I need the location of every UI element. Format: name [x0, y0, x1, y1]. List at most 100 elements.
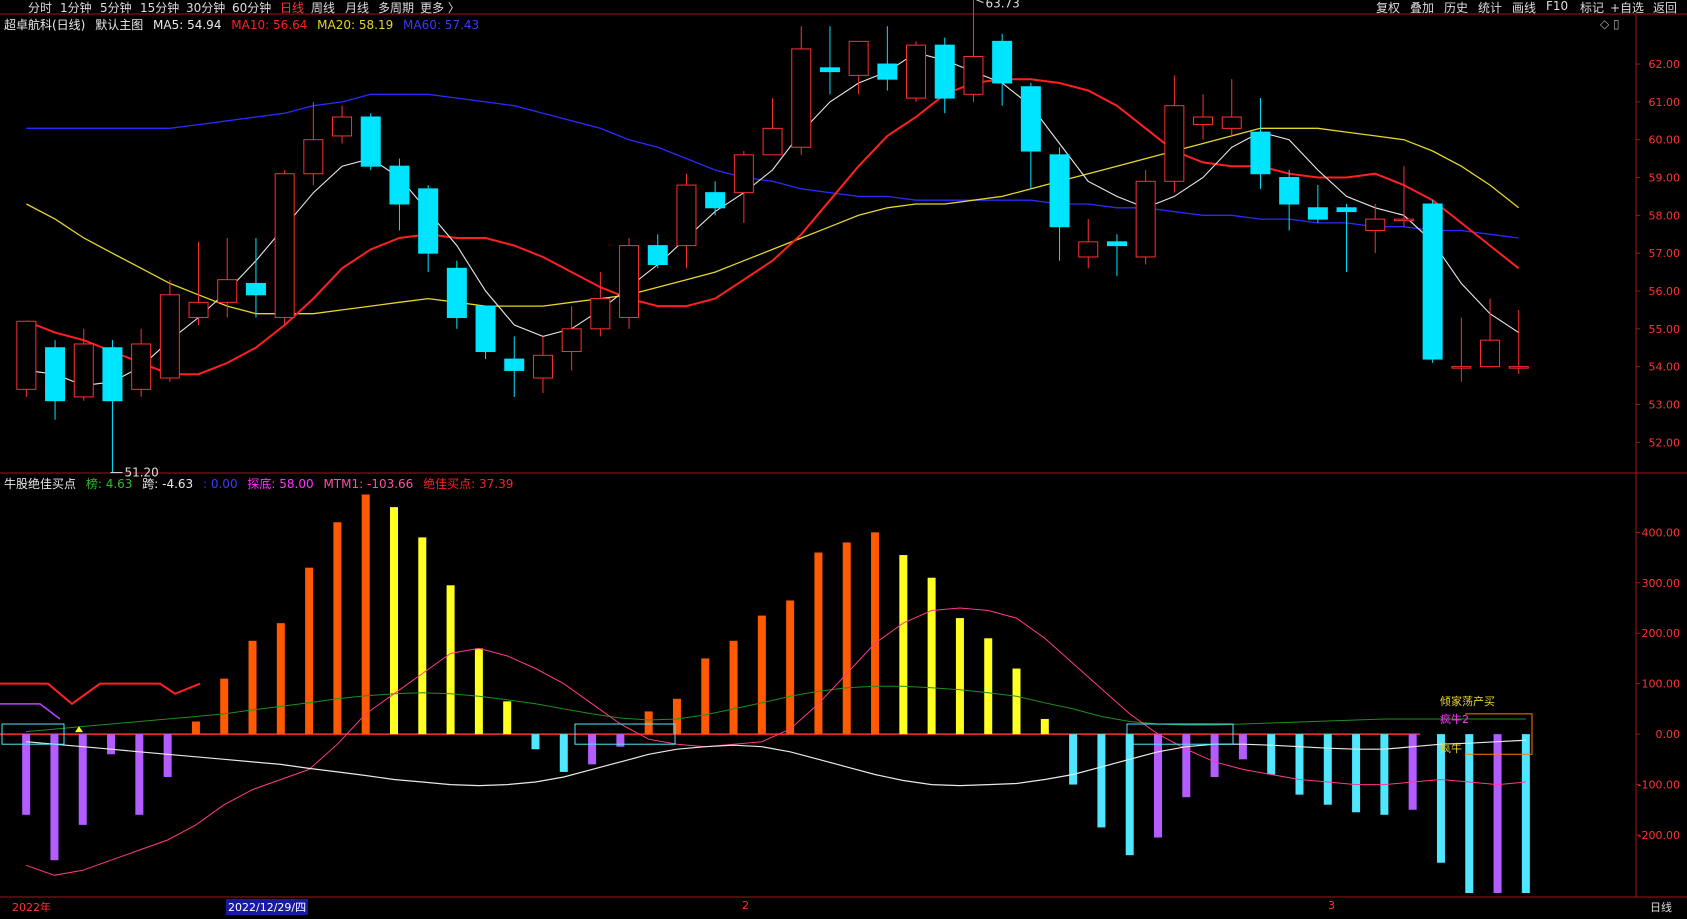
candle-body	[762, 127, 783, 156]
candle-body	[1049, 154, 1070, 228]
candle-body	[1078, 241, 1099, 258]
histogram-bar	[418, 537, 427, 735]
main-y-tick-label: 52.00	[1649, 436, 1681, 449]
candle-body	[1336, 207, 1357, 213]
candle-body	[619, 245, 640, 318]
main-y-tick-label: 62.00	[1649, 58, 1681, 71]
histogram-bar	[927, 577, 936, 735]
histogram-bar	[78, 734, 87, 825]
histogram-bar	[1154, 734, 1162, 838]
histogram-bar	[1097, 734, 1106, 828]
period-label[interactable]: 日线	[1650, 899, 1672, 915]
histogram-bar	[305, 567, 314, 735]
candle-body	[1393, 218, 1414, 222]
signal-qingjia: 倾家荡产买	[1440, 695, 1495, 708]
chart-canvas[interactable]: 62.00 61.00 60.00 59.00 58.00 57.00 56.00 55.00…	[0, 0, 1687, 919]
candle-body	[1508, 366, 1529, 369]
date-label-month-2: 2	[742, 899, 749, 912]
candle-body	[360, 116, 381, 167]
histogram-bar	[786, 600, 795, 735]
signal-fengniu: 疯牛	[1440, 742, 1462, 755]
sub-y-tick-label: -100.00	[1638, 779, 1680, 792]
candle-body	[446, 267, 467, 318]
histogram-bar	[757, 615, 766, 735]
histogram-bar	[474, 648, 483, 735]
histogram-bar	[163, 734, 172, 777]
candle-body	[1221, 116, 1242, 129]
candle-body	[532, 354, 553, 379]
candle-body	[475, 305, 496, 353]
histogram-bar	[361, 494, 370, 735]
candle-body	[733, 154, 754, 194]
main-y-tick-label: 54.00	[1649, 361, 1681, 374]
histogram-bar	[276, 623, 285, 735]
candle-body	[1307, 207, 1328, 220]
candle-body	[848, 40, 869, 76]
histogram-bar	[1323, 734, 1332, 805]
sub-y-tick-label: 100.00	[1642, 678, 1681, 691]
main-y-tick-label: 57.00	[1649, 247, 1681, 260]
date-label-year: 2022年	[12, 901, 51, 914]
histogram-bar	[644, 711, 653, 735]
candle-body	[705, 192, 726, 209]
histogram-bar	[248, 640, 257, 735]
candle-body	[73, 343, 94, 398]
candle-body	[418, 188, 439, 254]
histogram-bar	[871, 532, 880, 735]
candle-body	[934, 44, 955, 99]
sub-y-tick-label: -200.00	[1638, 829, 1680, 842]
candle-body	[1422, 203, 1443, 360]
histogram-bar	[899, 555, 908, 735]
histogram-bar	[1267, 734, 1276, 775]
candle-body	[102, 347, 123, 402]
candle-body	[332, 116, 353, 137]
histogram-bar	[50, 734, 59, 861]
histogram-bar	[1408, 734, 1417, 810]
candle-body	[245, 282, 266, 296]
histogram-bar	[1295, 734, 1304, 795]
high-annotation: 63.73	[985, 0, 1019, 11]
histogram-bar	[503, 701, 512, 735]
main-y-tick-label: 53.00	[1649, 398, 1681, 411]
histogram-bar	[135, 734, 144, 815]
histogram-bar	[1182, 734, 1191, 798]
low-annotation: 51.20	[124, 466, 158, 480]
main-y-tick-label: 59.00	[1649, 172, 1681, 185]
histogram-bar	[1040, 718, 1049, 735]
candle-body	[1020, 86, 1041, 152]
histogram-bar	[1380, 734, 1389, 815]
histogram-bar	[559, 734, 568, 772]
histogram-bar	[1012, 668, 1021, 735]
candle-body	[819, 67, 840, 73]
candle-body	[1250, 131, 1271, 175]
candle-body	[131, 343, 152, 390]
histogram-bar	[1238, 734, 1247, 760]
histogram-bar	[729, 640, 738, 735]
main-y-tick-label: 60.00	[1649, 134, 1681, 147]
candle-body	[389, 165, 410, 205]
candle-body	[590, 298, 611, 330]
histogram-bar	[1493, 734, 1502, 893]
histogram-bar	[333, 522, 342, 735]
high-annotation-line	[975, 0, 984, 4]
histogram-bar	[1352, 734, 1361, 813]
candle-body	[45, 347, 66, 402]
candle-body	[504, 358, 525, 371]
histogram-bar	[701, 658, 710, 735]
histogram-bar	[220, 678, 229, 735]
histogram-bar	[107, 734, 116, 755]
purple-step-line	[0, 703, 61, 720]
candle-body	[676, 184, 697, 247]
candle-body	[1106, 241, 1127, 247]
candle-body	[647, 245, 668, 266]
histogram-bar	[446, 585, 455, 735]
candle-body	[791, 48, 812, 148]
candle-body	[1164, 105, 1185, 182]
histogram-bar	[191, 721, 200, 735]
candle-body	[274, 173, 295, 318]
sub-y-tick-label: 0.00	[1656, 728, 1681, 741]
histogram-bar	[531, 734, 540, 750]
histogram-bar	[672, 698, 681, 735]
histogram-bar	[22, 734, 31, 815]
candle-body	[992, 40, 1013, 84]
